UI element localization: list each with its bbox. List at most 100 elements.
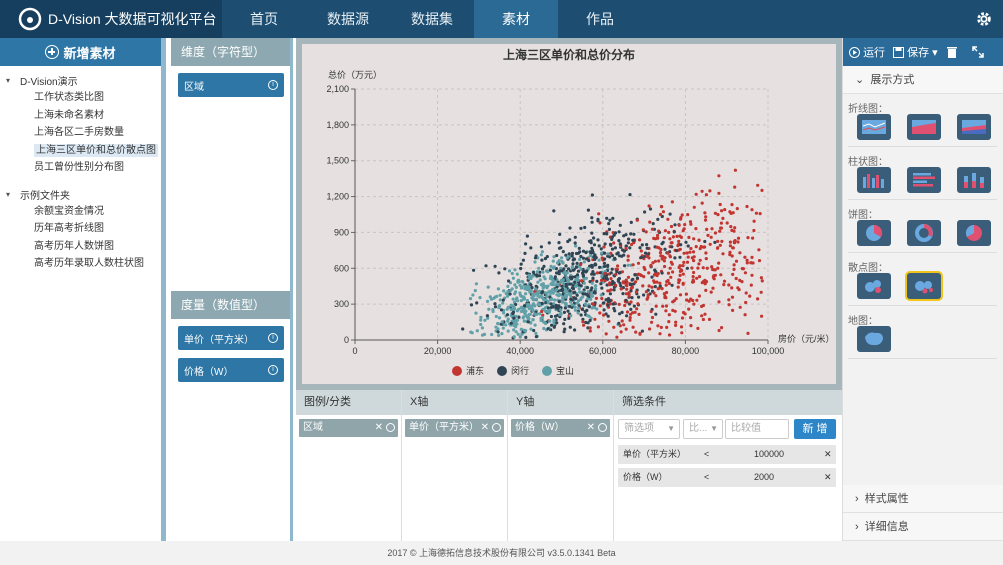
line-chart-area-icon[interactable] (907, 114, 941, 140)
gear-icon[interactable] (975, 10, 993, 28)
tree-item[interactable]: 工作状态类比图 (6, 89, 161, 107)
scatter-point (691, 250, 696, 254)
x-field-pill[interactable]: 单价（平方米） ✕ (405, 419, 504, 437)
scatter-point (692, 302, 696, 306)
add-filter-button[interactable]: 新 增 (794, 419, 836, 439)
scatter-point (626, 254, 630, 258)
scatter-point (752, 219, 756, 223)
y-field-pill[interactable]: 价格（W） ✕ (511, 419, 610, 437)
measure-field-price[interactable]: 价格（W） i (178, 358, 284, 382)
close-icon[interactable]: ✕ (587, 419, 595, 437)
scatter-point (696, 266, 700, 270)
scatter-point (577, 283, 582, 287)
scatter-point (547, 310, 551, 314)
nav-datasource[interactable]: 数据源 (306, 0, 390, 38)
info-icon[interactable]: i (268, 365, 278, 375)
filter-operator-select[interactable]: 比... ▼ (683, 419, 723, 439)
settings-circle-icon[interactable] (598, 423, 607, 432)
caret-down-icon: ▾ (6, 189, 11, 199)
scatter-point (590, 216, 594, 220)
scatter-point (637, 312, 641, 316)
donut-chart-icon[interactable] (907, 220, 941, 246)
nav-material[interactable]: 素材 (474, 0, 558, 38)
scatter-point (660, 271, 664, 275)
scatter-point (637, 295, 641, 299)
scatter-point (733, 239, 737, 243)
nav-home[interactable]: 首页 (222, 0, 306, 38)
display-section-toggle[interactable]: ⌄ 展示方式 (843, 66, 1003, 94)
line-chart-basic-icon[interactable] (857, 114, 891, 140)
filter-field-select[interactable]: 筛选项 ▼ (618, 419, 680, 439)
tree-item[interactable]: 上海未命名素材 (6, 107, 161, 125)
scatter-chart-icon[interactable] (857, 273, 891, 299)
detail-section-toggle[interactable]: › 详细信息 (843, 513, 1003, 541)
line-chart-stack-icon[interactable] (957, 114, 991, 140)
scatter-point (631, 325, 635, 329)
scatter-point (639, 255, 643, 260)
tree-folder-examples[interactable]: ▾ 示例文件夹 (6, 186, 161, 203)
pie-chart-icon[interactable] (857, 220, 891, 246)
scatter-point (653, 259, 657, 263)
scatter-point (629, 307, 633, 311)
scatter-point (497, 306, 501, 310)
tree-item[interactable]: 高考历年人数饼图 (6, 238, 161, 256)
close-icon[interactable]: ✕ (824, 468, 832, 487)
settings-circle-icon[interactable] (492, 423, 501, 432)
scatter-point (615, 270, 619, 274)
scatter-point (571, 262, 575, 266)
bar-chart-horizontal-icon[interactable] (907, 167, 941, 193)
app-logo[interactable]: D-Vision 大数据可视化平台 (0, 0, 222, 38)
scatter-point (513, 292, 517, 296)
rose-chart-icon[interactable] (957, 220, 991, 246)
scatter-point (735, 207, 739, 211)
info-icon[interactable]: i (268, 80, 278, 90)
dimension-field-region[interactable]: 区域 i (178, 73, 284, 97)
scatter-point (688, 250, 692, 254)
scatter-point (599, 247, 603, 251)
bar-chart-vertical-icon[interactable] (857, 167, 891, 193)
close-icon[interactable]: ✕ (375, 419, 383, 437)
add-material-button[interactable]: 新增素材 (0, 38, 161, 66)
delete-button[interactable] (946, 46, 958, 58)
bar-chart-stacked-icon[interactable] (957, 167, 991, 193)
close-icon[interactable]: ✕ (481, 419, 489, 437)
settings-circle-icon[interactable] (386, 423, 395, 432)
close-icon[interactable]: ✕ (824, 445, 832, 464)
scatter-chart-bubble-icon[interactable] (907, 273, 941, 299)
scatter-point (573, 235, 577, 239)
scatter-point (555, 288, 559, 292)
style-section-toggle[interactable]: › 样式属性 (843, 485, 1003, 513)
scatter-point (733, 168, 737, 172)
tree-item[interactable]: 历年高考折线图 (6, 220, 161, 238)
scatter-point (548, 319, 552, 323)
tree-item[interactable]: 上海各区二手房数量 (6, 124, 161, 142)
scatter-point (717, 191, 721, 195)
fullscreen-button[interactable] (971, 46, 984, 58)
scatter-point (525, 234, 529, 238)
scatter-point (628, 283, 632, 287)
measure-field-price-per-sqm[interactable]: 单价（平方米） i (178, 326, 284, 350)
nav-dataset[interactable]: 数据集 (390, 0, 474, 38)
run-button[interactable]: 运行 (849, 44, 885, 60)
legend-field-pill[interactable]: 区域 ✕ (299, 419, 398, 437)
map-chart-icon[interactable] (857, 326, 891, 352)
save-button[interactable]: 保存 ▾ (893, 44, 938, 60)
scatter-point (573, 328, 577, 332)
scatter-point (589, 297, 593, 301)
tree-item[interactable]: 余额宝资金情况 (6, 203, 161, 221)
tree-folder-demo[interactable]: ▾ D-Vision演示 (6, 72, 161, 89)
scatter-point (626, 275, 631, 279)
scatter-point (509, 308, 513, 312)
tree-item[interactable]: 员工曾份性别分布图 (6, 159, 161, 177)
scatter-point (611, 216, 615, 220)
scatter-point (486, 285, 490, 289)
scatter-point (589, 241, 593, 245)
filter-value-input[interactable]: 比较值 (725, 419, 789, 439)
scatter-point (555, 253, 559, 258)
tree-item[interactable]: 高考历年录取人数柱状图 (6, 255, 161, 273)
scatter-point (717, 261, 721, 265)
nav-works[interactable]: 作品 (558, 0, 642, 38)
scatter-point (592, 272, 596, 276)
info-icon[interactable]: i (268, 333, 278, 343)
tree-item-selected[interactable]: 上海三区单价和总价散点图 (6, 142, 161, 160)
